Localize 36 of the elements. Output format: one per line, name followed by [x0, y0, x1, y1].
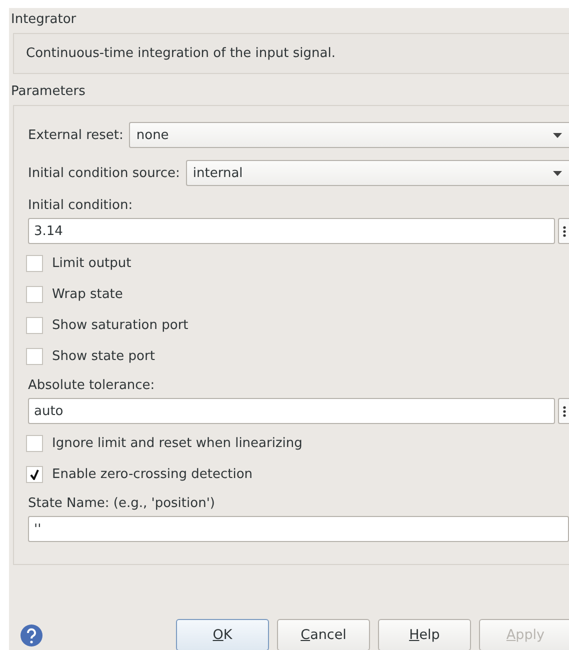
section-title: Parameters [11, 84, 86, 99]
kebab-icon [563, 406, 566, 416]
more-button[interactable] [558, 398, 569, 424]
checkbox-label: Show saturation port [51, 318, 188, 333]
field-label: External reset: [27, 128, 124, 142]
checkbox-label: Limit output [51, 256, 132, 271]
dropdown[interactable]: internal [186, 160, 569, 186]
checkbox-label: Ignore limit and reset when linearizing [51, 436, 302, 451]
checkbox-label: Show state port [51, 349, 155, 364]
caret-icon [553, 132, 562, 138]
more-button[interactable] [558, 218, 569, 244]
input-field[interactable]: '' [28, 516, 569, 542]
field-label: Initial condition: [27, 198, 133, 212]
checkbox[interactable] [26, 286, 43, 303]
checkbox[interactable] [26, 255, 43, 272]
dropdown[interactable]: none [129, 122, 569, 148]
field-label: Absolute tolerance: [27, 378, 155, 392]
input-field[interactable]: 3.14 [28, 218, 555, 244]
field-label: State Name: (e.g., 'position') [27, 496, 215, 510]
checkbox[interactable] [26, 435, 43, 452]
section-title: Integrator [11, 12, 76, 27]
help-icon[interactable] [20, 624, 43, 646]
dialog-button[interactable]: Cancel [277, 619, 370, 650]
checkbox[interactable] [26, 348, 43, 365]
checkbox[interactable] [26, 466, 43, 483]
dialog-button[interactable]: Help [378, 619, 471, 650]
caret-icon [553, 170, 562, 176]
checkbox-label: Enable zero-crossing detection [51, 467, 253, 482]
dialog-button[interactable]: OK [176, 619, 269, 650]
kebab-icon [563, 226, 566, 236]
check-icon [30, 469, 39, 480]
input-field[interactable]: auto [28, 398, 555, 424]
checkbox[interactable] [26, 317, 43, 334]
description-text: Continuous-time integration of the input signal. [26, 46, 336, 61]
field-label: Initial condition source: [27, 166, 180, 180]
checkbox-label: Wrap state [51, 287, 123, 302]
